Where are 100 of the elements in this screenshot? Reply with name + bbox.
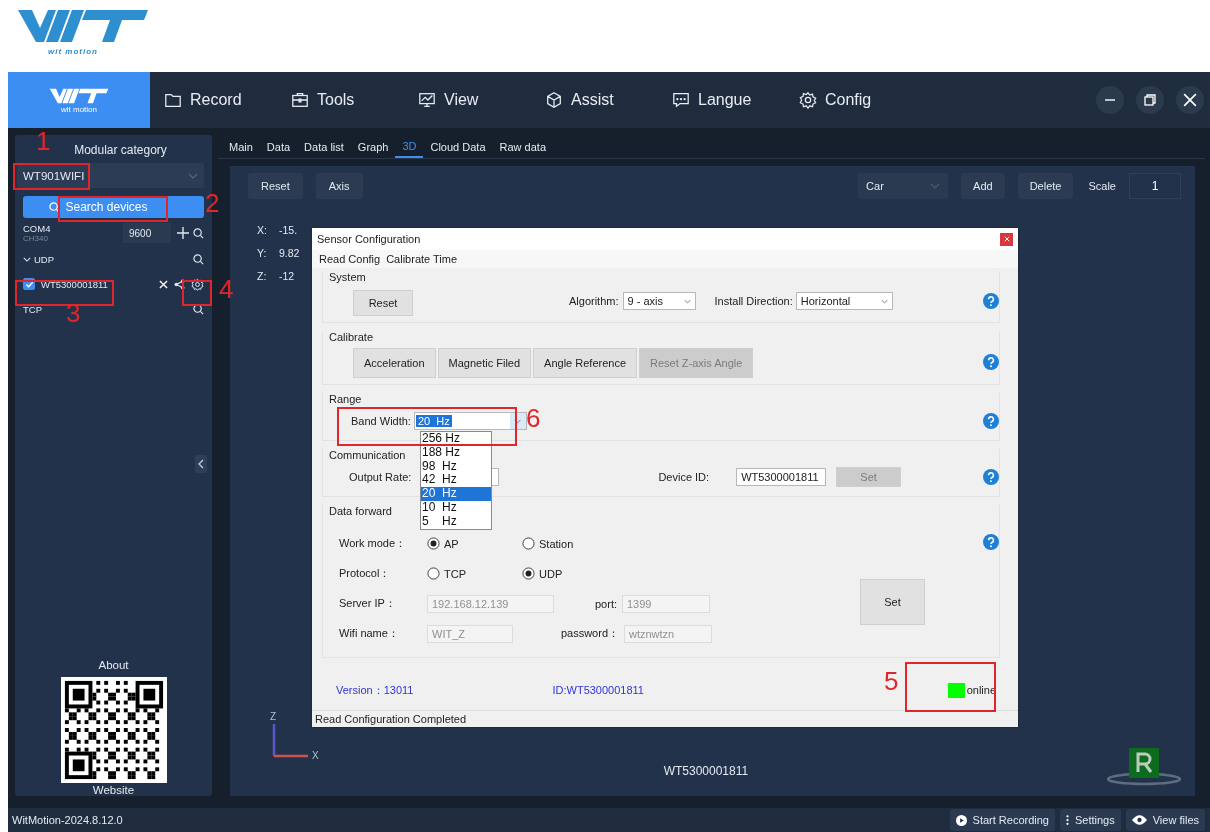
radio-button[interactable]: [427, 537, 440, 551]
radio-label[interactable]: AP: [444, 537, 459, 550]
group-title: Range: [329, 393, 362, 408]
band-width-select[interactable]: 20 Hz: [413, 412, 527, 431]
sidebar-title: Modular category: [74, 143, 167, 157]
axis-label: X: [312, 750, 319, 761]
settings-icon: [799, 91, 817, 109]
group-name[interactable]: TCP: [23, 303, 42, 315]
radio-button[interactable]: [522, 537, 535, 551]
dropdown-option[interactable]: 98 Hz: [421, 459, 491, 474]
device-label: WT5300001811: [663, 764, 749, 778]
reset-button[interactable]: Reset: [353, 290, 413, 317]
tab[interactable]: 3D: [395, 135, 424, 158]
axis-value: 9.82: [279, 247, 300, 259]
collapse-button[interactable]: [195, 455, 207, 473]
field-label: Protocol：: [339, 566, 392, 582]
version-label: Version：13011: [336, 682, 414, 698]
close-button[interactable]: [1176, 86, 1204, 114]
status-button[interactable]: View files: [1125, 809, 1205, 831]
help-icon[interactable]: [983, 534, 999, 551]
menu-item[interactable]: Langue: [666, 91, 793, 109]
radio-button[interactable]: [427, 567, 440, 581]
cube-icon: [545, 91, 563, 109]
dropdown-option[interactable]: 20 Hz: [421, 487, 491, 501]
dropdown-option[interactable]: 10 Hz: [421, 501, 491, 515]
annotation-number: 1: [36, 128, 51, 154]
tab[interactable]: Cloud Data: [423, 135, 493, 158]
radio-button[interactable]: [522, 567, 535, 581]
restore-button[interactable]: [1136, 86, 1164, 114]
website-label[interactable]: Website: [92, 784, 135, 796]
group-name[interactable]: UDP: [34, 253, 55, 265]
help-icon[interactable]: [983, 469, 999, 486]
chevron-down-icon: [930, 183, 941, 189]
tab[interactable]: Raw data: [492, 135, 553, 158]
group-title: Calibrate: [329, 331, 374, 346]
toolbar-button[interactable]: Axis: [315, 173, 363, 199]
port-driver: CH340: [23, 234, 49, 243]
menu-item[interactable]: Record: [158, 91, 285, 109]
menu-item[interactable]: Read Config: [319, 253, 381, 266]
search-icon[interactable]: [193, 253, 204, 265]
menu-item[interactable]: Calibrate Time: [386, 253, 458, 266]
tab[interactable]: Data list: [297, 135, 351, 158]
field-label: Server IP：: [339, 596, 397, 612]
tab[interactable]: Graph: [350, 135, 396, 158]
field-label: Wifi name：: [339, 626, 400, 642]
radio-label[interactable]: TCP: [444, 567, 466, 580]
install-direction-select[interactable]: Horizontal: [795, 292, 893, 311]
field-label: port:: [594, 597, 618, 610]
dropdown-option[interactable]: 188 Hz: [421, 445, 491, 460]
toolbar-button[interactable]: Reset: [248, 173, 303, 199]
help-icon[interactable]: [983, 413, 999, 430]
baud-rate-field[interactable]: 9600: [123, 223, 171, 243]
minimize-button[interactable]: [1096, 86, 1124, 114]
set-button[interactable]: Set: [860, 579, 925, 626]
close-icon: [1003, 236, 1010, 242]
chevron-down-icon: [514, 418, 522, 424]
menu-item[interactable]: View: [412, 91, 539, 109]
tab[interactable]: Data: [259, 135, 298, 158]
chevron-down-icon: [683, 298, 691, 304]
menu-item[interactable]: Assist: [539, 91, 666, 109]
menu-item[interactable]: Tools: [285, 91, 412, 109]
annotation-number: 2: [205, 190, 220, 216]
toolbar-button[interactable]: Delete: [1017, 173, 1074, 199]
help-icon[interactable]: [983, 293, 999, 310]
annotation-number: 6: [526, 405, 541, 431]
status-button[interactable]: Start Recording: [949, 809, 1055, 831]
group-title: Data forward: [329, 505, 392, 520]
help-icon[interactable]: [983, 354, 999, 371]
algorithm-select[interactable]: 9 - axis: [622, 292, 696, 311]
tab[interactable]: Main: [222, 135, 260, 158]
field-label: Install Direction:: [714, 295, 793, 308]
chevron-down-icon[interactable]: [23, 256, 31, 262]
dropdown-option[interactable]: 42 Hz: [421, 473, 491, 488]
toolbar-button[interactable]: Add: [961, 173, 1005, 199]
chevron-down-icon: [188, 172, 198, 179]
model-select[interactable]: Car: [858, 173, 949, 199]
settings-icon[interactable]: [191, 277, 204, 291]
search-icon[interactable]: [193, 227, 204, 239]
status-button[interactable]: Settings: [1060, 809, 1121, 831]
calibrate-button[interactable]: Magnetic Filed: [437, 348, 532, 379]
share-icon[interactable]: [174, 278, 185, 290]
calibrate-button[interactable]: Angle Reference: [533, 348, 638, 379]
device-name[interactable]: WT5300001811: [41, 278, 153, 290]
dropdown-option[interactable]: 5 Hz: [421, 514, 491, 529]
calibrate-button[interactable]: Acceleration: [353, 348, 436, 379]
plus-icon[interactable]: [177, 227, 189, 239]
search-icon[interactable]: [193, 303, 204, 315]
scale-field[interactable]: 1: [1129, 173, 1181, 199]
port-name: COM4: [23, 223, 52, 234]
device-id-field[interactable]: WT5300001811: [736, 468, 827, 487]
radio-label[interactable]: UDP: [539, 567, 563, 580]
menu-item[interactable]: Config: [793, 91, 920, 109]
dialog-status: Read Configuration Completed: [312, 710, 1018, 727]
device-id-label: ID:WT5300001811: [552, 684, 644, 697]
version-label: WitMotion-2024.8.12.0: [12, 814, 123, 826]
model-select[interactable]: WT901WIFI: [17, 163, 204, 188]
restore-icon: [1144, 94, 1156, 106]
close-icon[interactable]: [159, 279, 168, 289]
radio-label[interactable]: Station: [539, 537, 574, 550]
axis-label: X:: [257, 224, 268, 236]
